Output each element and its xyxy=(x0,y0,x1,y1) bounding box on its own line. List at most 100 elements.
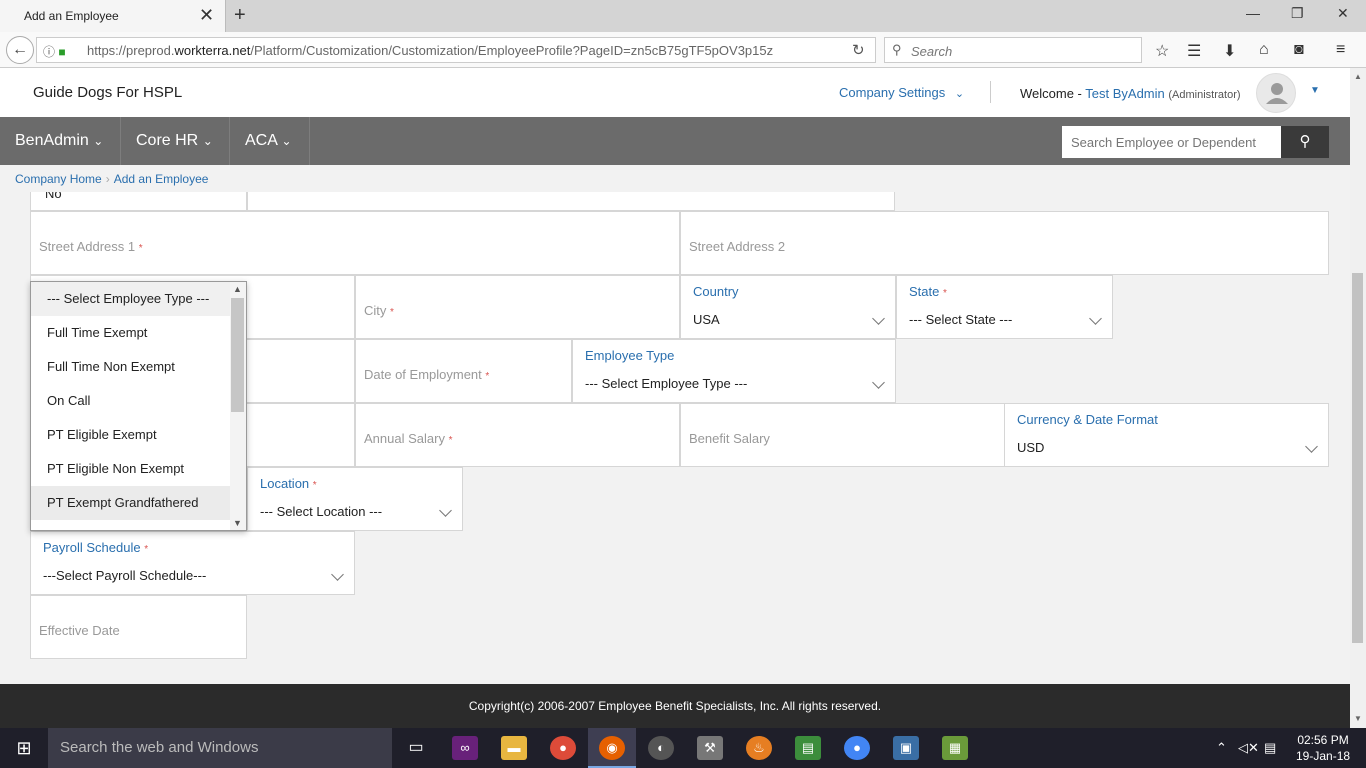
dropdown-option[interactable]: --- Select Employee Type --- xyxy=(31,282,230,316)
country-label: Country xyxy=(693,284,739,299)
currency-date-format-select[interactable]: Currency & Date Format USD xyxy=(1004,403,1329,467)
street-address-1-field[interactable]: Street Address 1 * xyxy=(30,211,680,275)
dropdown-option[interactable]: PT Eligible Exempt xyxy=(31,418,230,452)
date-of-employment-field[interactable]: Date of Employment * xyxy=(355,339,572,403)
chart-app-icon[interactable]: ▤ xyxy=(795,736,821,760)
app-icon[interactable]: ◐ xyxy=(648,736,674,760)
dropdown-option[interactable]: PT Exempt Grandfathered xyxy=(31,486,230,520)
user-menu-caret-icon[interactable]: ▼ xyxy=(1310,85,1320,96)
company-settings-label: Company Settings xyxy=(839,85,946,100)
browser-search-input[interactable]: ⚲ Search xyxy=(884,37,1142,63)
header-divider xyxy=(990,81,991,103)
dropdown-option[interactable]: PT Eligible Non Exempt xyxy=(31,452,230,486)
tray-chevron-up-icon[interactable]: ⌃ xyxy=(1216,740,1227,756)
breadcrumb-company-home[interactable]: Company Home xyxy=(15,172,102,186)
dropdown-option[interactable]: Full Time Exempt xyxy=(31,316,230,350)
remote-desktop-icon[interactable]: ▣ xyxy=(893,736,919,760)
bookmark-star-icon[interactable]: ☆ xyxy=(1155,41,1169,61)
currency-label: Currency & Date Format xyxy=(1017,412,1158,427)
nav-item-core-hr[interactable]: Core HR ⌄ xyxy=(121,117,230,165)
spreadsheet-icon[interactable]: ▦ xyxy=(942,736,968,760)
annual-salary-field[interactable]: Annual Salary * xyxy=(355,403,680,467)
firefox-icon[interactable]: ◉ xyxy=(599,736,625,760)
employee-search-input[interactable] xyxy=(1062,126,1281,158)
benefit-salary-field[interactable]: Benefit Salary xyxy=(680,403,1005,467)
dropdown-scrollbar[interactable]: ▲ ▼ xyxy=(230,282,246,530)
lock-icon: ■ xyxy=(58,45,66,59)
info-icon[interactable]: ⓘ ■ xyxy=(43,43,66,60)
user-icon xyxy=(1266,83,1288,104)
country-select[interactable]: Country USA xyxy=(680,275,896,339)
reload-icon[interactable]: ↻ xyxy=(852,41,865,59)
chrome-icon-2[interactable]: ● xyxy=(844,736,870,760)
breadcrumb-add-employee[interactable]: Add an Employee xyxy=(114,172,209,186)
browser-tab[interactable]: Add an Employee ✕ xyxy=(0,0,226,32)
street-address-2-field[interactable]: Street Address 2 xyxy=(680,211,1329,275)
required-mark: * xyxy=(138,243,143,254)
chrome-icon[interactable]: ● xyxy=(550,736,576,760)
payroll-schedule-label: Payroll Schedule * xyxy=(43,540,148,555)
visual-studio-icon[interactable]: ∞ xyxy=(452,736,478,760)
file-explorer-icon[interactable]: ▬ xyxy=(501,736,527,760)
city-field[interactable]: City * xyxy=(355,275,680,339)
chevron-down-icon xyxy=(439,504,452,517)
task-view-icon[interactable]: ▭ xyxy=(403,736,429,760)
reading-list-icon[interactable]: ☰ xyxy=(1187,41,1201,61)
new-tab-icon[interactable]: + xyxy=(234,3,246,27)
employee-type-select[interactable]: Employee Type --- Select Employee Type -… xyxy=(572,339,896,403)
chevron-down-icon: ⌄ xyxy=(202,134,213,148)
required-mark: * xyxy=(312,480,317,491)
taskbar-clock[interactable]: 02:56 PM 19-Jan-18 xyxy=(1296,732,1350,764)
chevron-down-icon: ⌄ xyxy=(281,134,292,148)
employee-type-value: --- Select Employee Type --- xyxy=(585,376,748,391)
dropdown-scroll-thumb[interactable] xyxy=(231,298,244,412)
search-button[interactable]: ⚲ xyxy=(1281,126,1329,158)
user-role: (Administrator) xyxy=(1168,89,1241,101)
close-icon[interactable]: ✕ xyxy=(199,4,214,26)
employee-type-dropdown-list[interactable]: --- Select Employee Type --- Full Time E… xyxy=(30,281,247,531)
menu-icon[interactable]: ≡ xyxy=(1336,41,1345,59)
avatar[interactable] xyxy=(1256,73,1296,113)
scroll-down-icon[interactable]: ▼ xyxy=(233,518,242,528)
windows-start-icon[interactable]: ⊞ xyxy=(0,728,48,768)
annual-salary-placeholder: Annual Salary * xyxy=(364,431,452,446)
nav-item-aca[interactable]: ACA ⌄ xyxy=(230,117,310,165)
partial-select-field[interactable]: No xyxy=(30,192,247,211)
download-icon[interactable]: ⬇ xyxy=(1223,41,1236,61)
dropdown-option[interactable]: On Call xyxy=(31,384,230,418)
nav-item-label: Core HR xyxy=(136,132,199,149)
date-of-employment-label: Date of Employment xyxy=(364,367,482,382)
nav-item-benadmin[interactable]: BenAdmin ⌄ xyxy=(0,117,121,165)
partial-text-field[interactable] xyxy=(247,192,895,211)
url-bar[interactable]: ⓘ ■ https://preprod.workterra.net/Platfo… xyxy=(36,37,876,63)
minimize-icon[interactable]: — xyxy=(1246,5,1260,21)
notifications-icon[interactable]: ▤ xyxy=(1264,740,1276,756)
window-close-icon[interactable]: ✕ xyxy=(1337,5,1349,22)
state-select[interactable]: State * --- Select State --- xyxy=(896,275,1113,339)
taskbar-search-input[interactable]: Search the web and Windows xyxy=(48,728,392,768)
pocket-icon[interactable]: ◙ xyxy=(1294,41,1304,59)
company-settings-menu[interactable]: Company Settings ⌄ xyxy=(839,85,964,100)
user-name[interactable]: Test ByAdmin xyxy=(1085,86,1164,101)
page-scroll-thumb[interactable] xyxy=(1352,273,1363,643)
volume-muted-icon[interactable]: ◁✕ xyxy=(1238,740,1259,756)
effective-date-field[interactable]: Effective Date xyxy=(30,595,247,659)
welcome-label: Welcome - xyxy=(1020,86,1082,101)
dropdown-option[interactable]: Full Time Non Exempt xyxy=(31,350,230,384)
page-scrollbar[interactable]: ▲ ▼ xyxy=(1350,68,1366,728)
currency-value: USD xyxy=(1017,440,1045,455)
flame-icon[interactable]: ♨ xyxy=(746,736,772,760)
back-arrow-icon[interactable]: ← xyxy=(6,36,34,64)
location-select[interactable]: Location * --- Select Location --- xyxy=(247,467,463,531)
home-icon[interactable]: ⌂ xyxy=(1259,41,1269,59)
tools-icon[interactable]: ⚒ xyxy=(697,736,723,760)
maximize-icon[interactable]: ❐ xyxy=(1291,5,1304,22)
employee-type-label: Employee Type xyxy=(585,348,675,363)
scroll-up-icon[interactable]: ▲ xyxy=(233,284,242,294)
scroll-down-icon[interactable]: ▼ xyxy=(1354,714,1362,723)
scroll-up-icon[interactable]: ▲ xyxy=(1354,72,1362,81)
payroll-schedule-select[interactable]: Payroll Schedule * ---Select Payroll Sch… xyxy=(30,531,355,595)
breadcrumb: Company Home › Add an Employee xyxy=(15,172,208,186)
app-header: Guide Dogs For HSPL Company Settings ⌄ W… xyxy=(0,68,1350,117)
url-prefix: https://preprod. xyxy=(87,43,175,58)
